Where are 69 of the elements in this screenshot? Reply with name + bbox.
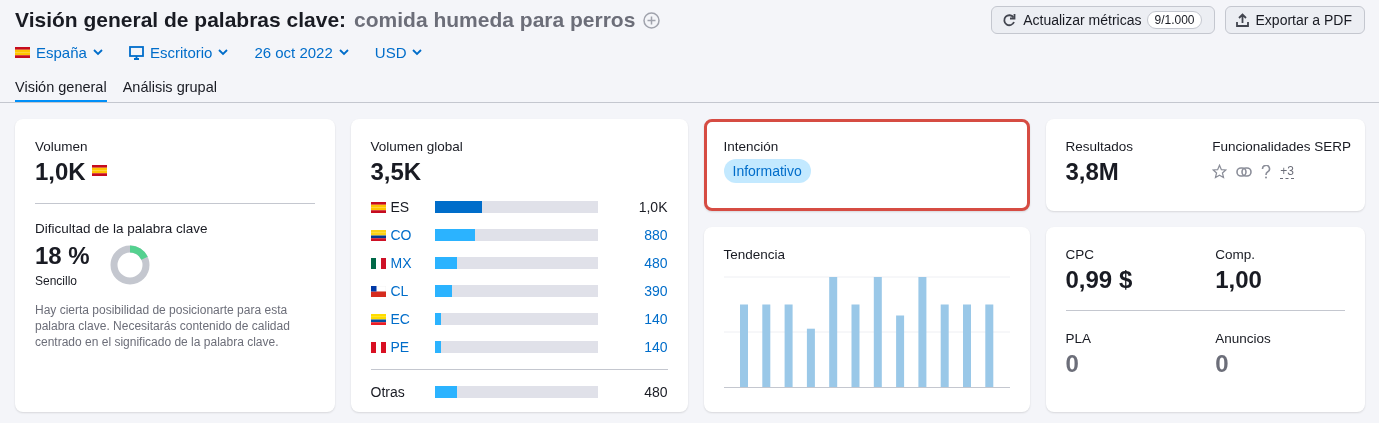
chevron-down-icon (338, 49, 349, 56)
difficulty-value: 18 % (35, 242, 90, 270)
volume-value: 1,0K (35, 158, 86, 186)
country-volume[interactable]: 390 (601, 283, 668, 299)
metric-label: PLA (1065, 331, 1093, 346)
global-volume-value: 3,5K (370, 158, 422, 186)
filter-dropdown[interactable]: 26 oct 2022 (254, 44, 349, 61)
flag-icon (370, 257, 386, 269)
metric-value: 0 (1065, 350, 1079, 378)
country-volume: 480 (643, 384, 668, 400)
star-icon (1212, 164, 1228, 179)
country-code[interactable]: MX (390, 255, 431, 271)
chevron-down-icon (412, 49, 423, 56)
export-button[interactable]: Exportar a PDF (1224, 6, 1365, 34)
flag-icon (370, 313, 386, 325)
filter-dropdown[interactable]: Escritorio (128, 44, 229, 61)
metric-label: Anuncios (1215, 331, 1272, 346)
intent-tag: Informativo (723, 159, 811, 183)
difficulty-rating: Sencillo (35, 274, 79, 288)
more-features-link[interactable]: +3 (1280, 164, 1294, 179)
keyword-title: comida humeda para perros (354, 8, 636, 32)
country-volume[interactable]: 880 (601, 227, 668, 243)
difficulty-label: Dificultad de la palabra clave (35, 221, 209, 236)
country-code[interactable]: EC (390, 311, 431, 327)
results-label: Resultados (1065, 139, 1134, 154)
country-code: Otras (370, 384, 406, 400)
flag-icon (370, 341, 386, 353)
page-title: Visión general de palabras clave: (15, 8, 347, 32)
tab[interactable]: Visión general (15, 75, 107, 102)
country-volume[interactable]: 480 (601, 255, 668, 271)
flag-icon (370, 229, 386, 241)
trend-label: Tendencia (723, 247, 787, 262)
add-icon[interactable] (643, 11, 661, 29)
link-icon (1236, 166, 1253, 177)
chevron-down-icon (92, 49, 103, 56)
country-code[interactable]: CL (390, 283, 431, 299)
country-code: ES (390, 199, 411, 215)
quota-badge: 9/1.000 (1147, 11, 1202, 29)
monitor-icon (128, 45, 144, 60)
flag-icon (91, 164, 107, 176)
flag-icon (370, 285, 386, 297)
metric-value: 0 (1215, 350, 1229, 378)
country-code[interactable]: CO (390, 227, 431, 243)
metric-label: Comp. (1215, 247, 1256, 262)
global-volume-label: Volumen global (370, 139, 464, 154)
metric-label: CPC (1065, 247, 1095, 262)
refresh-icon (1002, 13, 1017, 27)
upload-icon (1235, 13, 1249, 27)
country-volume[interactable]: 140 (601, 311, 668, 327)
tab[interactable]: Análisis grupal (122, 75, 217, 102)
trend-bar (806, 328, 815, 387)
flag-icon (370, 201, 386, 213)
question-icon (1261, 164, 1272, 179)
difficulty-description: Hay cierta posibilidad de posicionarte para esta palabra clave. Necesitarás contenido de calidad centrado en el significado de la palabra clave. (35, 302, 291, 350)
serp-label: Funcionalidades SERP (1212, 139, 1351, 154)
intent-label: Intención (723, 139, 780, 154)
country-volume[interactable]: 140 (601, 339, 668, 355)
filter-dropdown[interactable]: USD (374, 44, 423, 61)
filter-dropdown[interactable]: España (15, 44, 103, 61)
trend-bar (895, 315, 904, 387)
refresh-button[interactable]: Actualizar métricas 9/1.000 (991, 6, 1215, 34)
metric-value: 0,99 $ (1065, 266, 1133, 294)
flag-icon (15, 47, 30, 58)
country-code[interactable]: PE (390, 339, 431, 355)
chevron-down-icon (218, 49, 229, 56)
country-volume: 1,0K (637, 199, 668, 215)
metric-value: 1,00 (1215, 266, 1262, 294)
volume-label: Volumen (35, 139, 89, 154)
results-value: 3,8M (1065, 158, 1119, 186)
